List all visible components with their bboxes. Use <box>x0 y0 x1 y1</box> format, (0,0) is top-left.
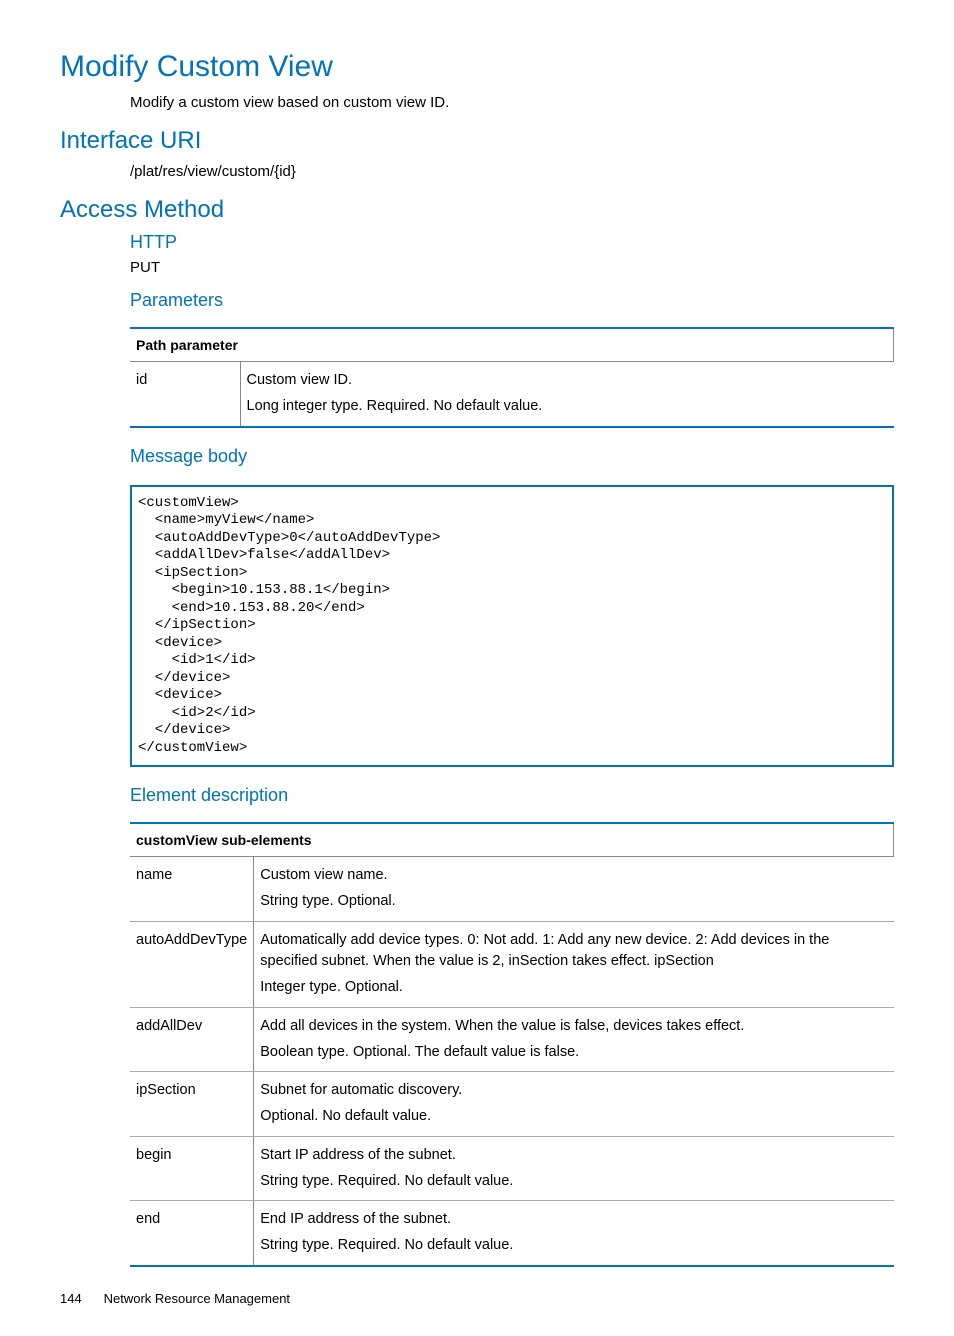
http-heading: HTTP <box>130 232 894 253</box>
intro-text: Modify a custom view based on custom vie… <box>130 94 894 111</box>
message-body-code: <customView> <name>myView</name> <autoAd… <box>130 485 894 768</box>
element-name: name <box>130 857 254 922</box>
parameters-header: Path parameter <box>130 328 894 362</box>
element-name: addAllDev <box>130 1007 254 1072</box>
http-method: PUT <box>130 259 894 276</box>
interface-uri-value: /plat/res/view/custom/{id} <box>130 163 894 180</box>
element-desc: Subnet for automatic discovery.Optional.… <box>254 1072 894 1137</box>
element-desc: Add all devices in the system. When the … <box>254 1007 894 1072</box>
element-name: autoAddDevType <box>130 921 254 1007</box>
element-name: begin <box>130 1136 254 1201</box>
access-method-heading: Access Method <box>60 196 894 224</box>
page-number: 144 <box>60 1291 100 1306</box>
page-footer: 144 Network Resource Management <box>60 1291 894 1306</box>
param-desc: Custom view ID.Long integer type. Requir… <box>240 362 894 427</box>
element-name: end <box>130 1201 254 1266</box>
message-body-heading: Message body <box>130 446 894 467</box>
element-desc: Custom view name.String type. Optional. <box>254 857 894 922</box>
page-title: Modify Custom View <box>60 50 894 84</box>
element-description-table: customView sub-elements nameCustom view … <box>130 822 894 1267</box>
element-description-heading: Element description <box>130 785 894 806</box>
element-desc: Automatically add device types. 0: Not a… <box>254 921 894 1007</box>
parameters-table: Path parameter idCustom view ID.Long int… <box>130 327 894 428</box>
interface-uri-heading: Interface URI <box>60 127 894 155</box>
footer-section: Network Resource Management <box>104 1291 290 1306</box>
param-name: id <box>130 362 240 427</box>
element-desc: End IP address of the subnet.String type… <box>254 1201 894 1266</box>
element-desc-header: customView sub-elements <box>130 823 894 857</box>
element-desc: Start IP address of the subnet.String ty… <box>254 1136 894 1201</box>
parameters-heading: Parameters <box>130 290 894 311</box>
element-name: ipSection <box>130 1072 254 1137</box>
